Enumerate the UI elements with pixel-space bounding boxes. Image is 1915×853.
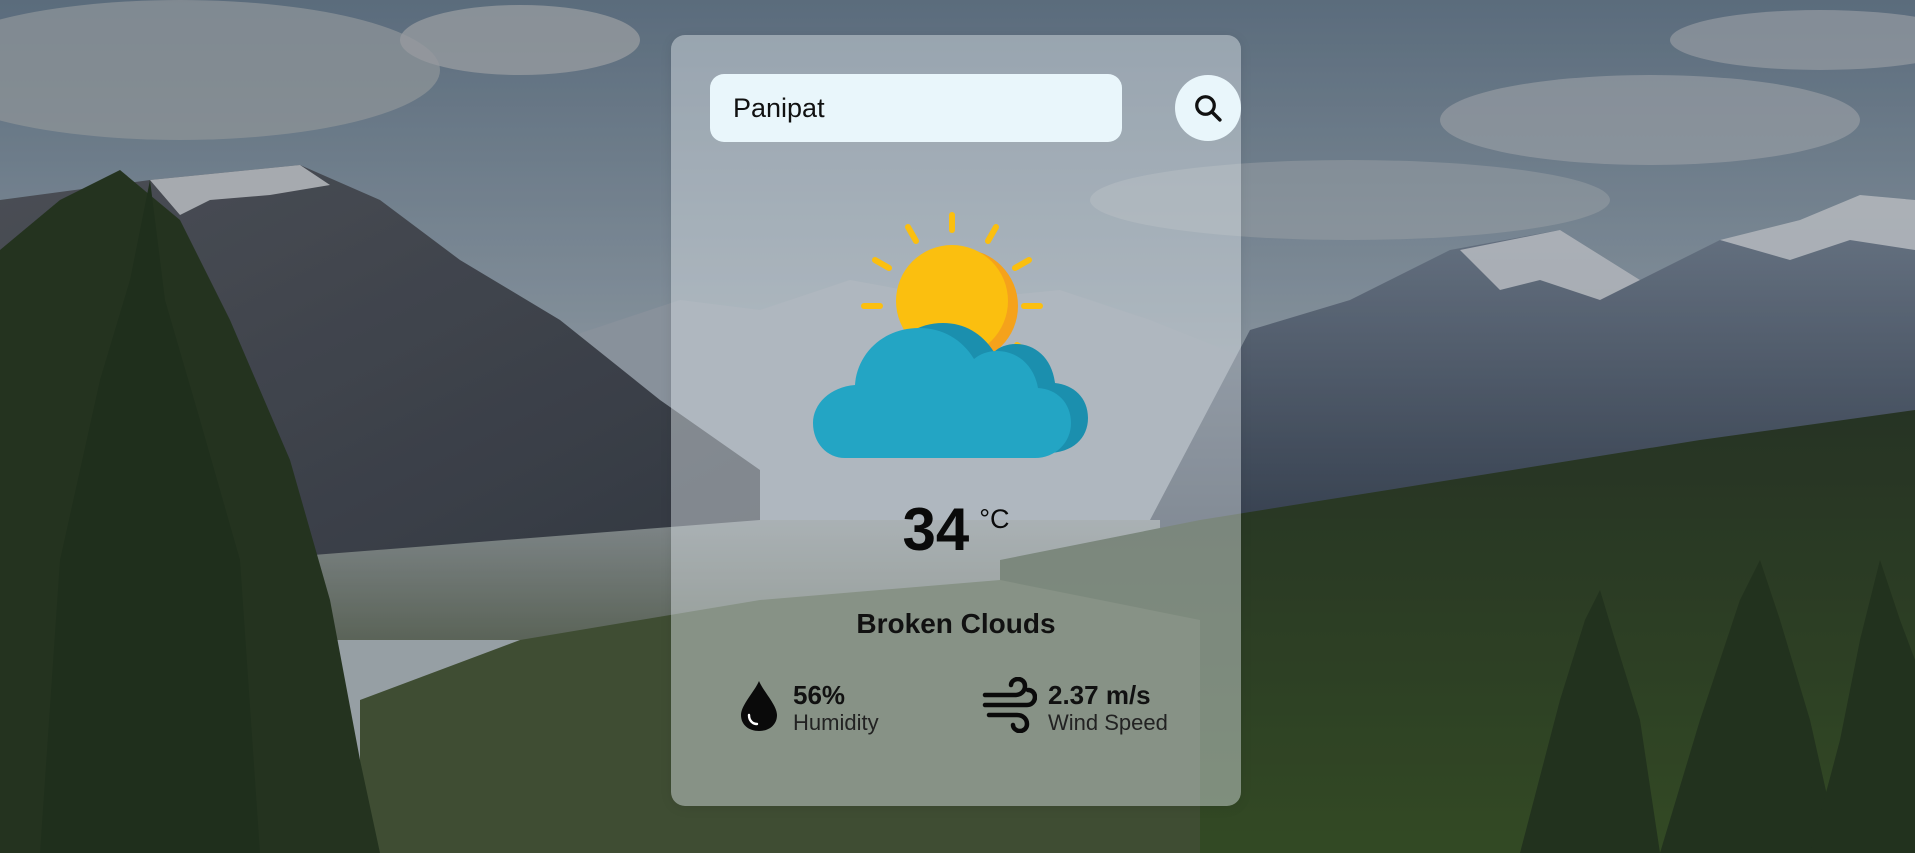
temperature-value: 34 (902, 496, 970, 563)
search-button[interactable] (1175, 75, 1241, 141)
city-search-input[interactable] (710, 74, 1122, 142)
temperature-display: 34 °C (671, 500, 1241, 560)
water-drop-icon (741, 681, 777, 731)
partly-cloudy-sun-icon (813, 212, 1088, 458)
wind-speed-value: 2.37 m/s (1048, 680, 1151, 710)
wind-speed-text: 2.37 m/s Wind Speed (1048, 680, 1168, 736)
temperature-unit: °C (979, 504, 1010, 534)
wind-icon (982, 677, 1037, 733)
search-bar (710, 74, 1241, 142)
weather-condition-icon (805, 205, 1105, 475)
humidity-value: 56% (793, 680, 846, 710)
search-icon (1195, 95, 1222, 122)
humidity-text: 56% Humidity (793, 680, 879, 736)
wind-speed-label: Wind Speed (1048, 710, 1168, 735)
weather-condition-text: Broken Clouds (856, 608, 1056, 639)
humidity-label: Humidity (793, 710, 879, 735)
weather-card: 34°C Broken Clouds 56% Humidity 2.37 m/s… (671, 35, 1241, 806)
